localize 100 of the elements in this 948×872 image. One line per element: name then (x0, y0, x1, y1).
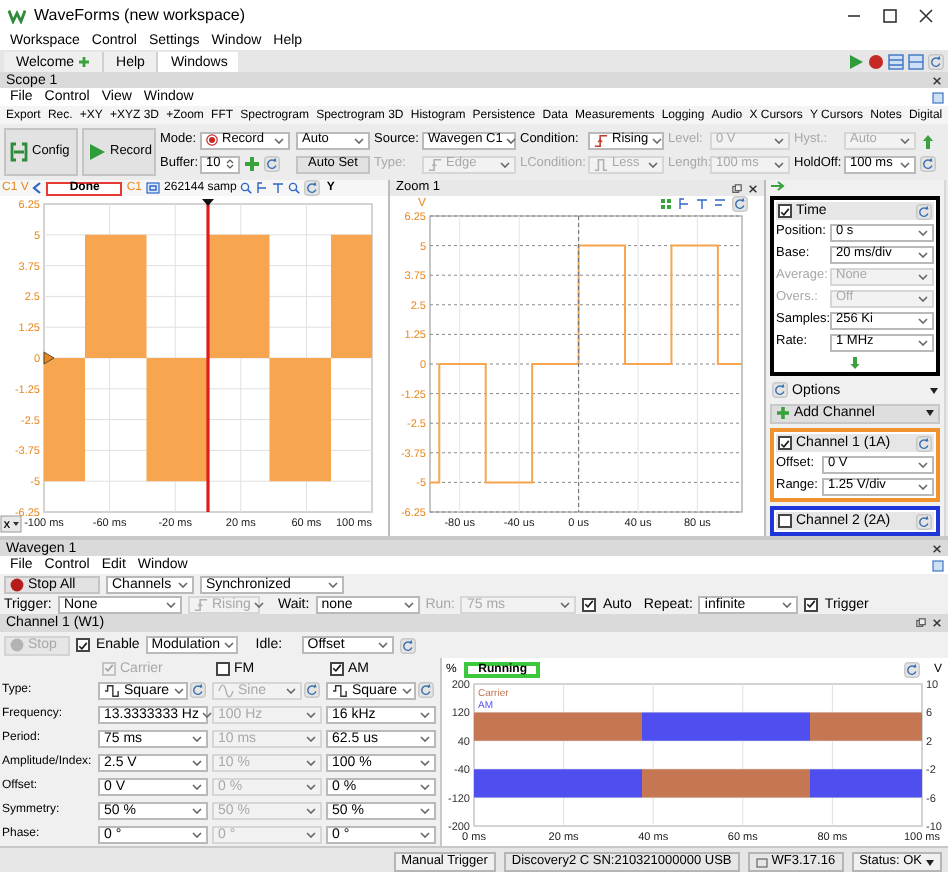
close-icon[interactable] (932, 75, 942, 85)
refresh-icon[interactable] (903, 661, 920, 677)
chevron-down-icon (401, 687, 412, 693)
chevron-down-icon (306, 831, 316, 837)
grid-icon[interactable] (660, 198, 672, 210)
dropdown-triangle-icon (926, 410, 934, 417)
dropdown-triangle-icon (926, 859, 934, 865)
chevron-down-icon (306, 783, 316, 789)
refresh-icon[interactable] (304, 180, 321, 196)
stop-icon (10, 638, 24, 652)
chevron-down-icon (274, 137, 284, 143)
chevron-down-icon (918, 273, 928, 280)
chevron-down-icon (652, 137, 663, 143)
panel-icon[interactable] (932, 91, 944, 103)
chevron-down-icon (328, 581, 338, 587)
checkbox[interactable] (778, 204, 792, 219)
pop-out-icon[interactable] (916, 618, 926, 628)
checkbox[interactable] (778, 436, 792, 451)
chevron-down-icon (224, 642, 235, 648)
refresh-icon[interactable] (916, 203, 932, 220)
cursor-icon[interactable] (272, 182, 285, 194)
chevron-down-icon (420, 759, 430, 765)
checkbox[interactable] (76, 638, 90, 652)
chevron-down-icon (918, 251, 928, 258)
checkbox[interactable] (216, 661, 230, 675)
chevron-down-icon (420, 831, 430, 837)
dropdown-triangle-icon (930, 387, 938, 394)
refresh-icon[interactable] (264, 156, 280, 172)
rising-edge-icon (594, 133, 608, 147)
chevron-down-icon (900, 137, 910, 143)
refresh-icon[interactable] (399, 637, 416, 653)
arrow-down-icon (850, 355, 860, 370)
chevron-down-icon (354, 137, 364, 143)
chip-icon (755, 857, 768, 867)
chevron-down-icon (782, 601, 793, 607)
chevron-down-icon (306, 807, 316, 813)
refresh-icon[interactable] (304, 682, 320, 698)
layout-icon[interactable] (888, 54, 904, 70)
refresh-icon[interactable] (916, 513, 932, 530)
refresh-icon[interactable] (732, 196, 748, 212)
chevron-down-icon (192, 735, 202, 741)
close-icon[interactable] (748, 183, 758, 193)
chevron-down-icon (254, 601, 265, 607)
checkbox[interactable] (330, 661, 344, 675)
checkbox[interactable] (582, 597, 597, 611)
panel-icon[interactable] (932, 559, 944, 571)
square-wave-icon (104, 683, 120, 697)
chevron-down-icon (377, 642, 388, 648)
plus-icon (776, 406, 790, 421)
chevron-down-icon (166, 601, 176, 607)
checkbox[interactable] (804, 597, 819, 611)
pulse-icon (594, 157, 608, 171)
chevron-down-icon (918, 229, 928, 236)
refresh-icon[interactable] (920, 155, 936, 171)
search-icon[interactable] (288, 182, 301, 194)
chevron-down-icon (500, 161, 510, 167)
cursor-icon[interactable] (256, 182, 269, 194)
trigger-level-marker[interactable] (43, 351, 55, 365)
chevron-down-icon (918, 461, 928, 468)
cursor-icon[interactable] (696, 198, 708, 210)
refresh-icon[interactable] (772, 382, 788, 399)
refresh-icon[interactable] (190, 682, 206, 698)
plus-icon (78, 56, 91, 68)
chevron-down-icon (420, 711, 430, 717)
chevron-down-icon (774, 161, 784, 167)
chevron-down-icon (420, 735, 430, 741)
app-logo-icon (8, 8, 26, 24)
chevron-down-icon (918, 317, 928, 324)
rising-edge-icon (428, 157, 442, 171)
arrow-left-icon[interactable] (32, 182, 43, 194)
spin-arrows-icon (226, 158, 234, 170)
play-icon (88, 142, 106, 162)
chevron-down-icon (286, 687, 296, 693)
pop-out-icon[interactable] (732, 183, 742, 193)
cursor-icon[interactable] (714, 198, 726, 210)
window-title: WaveForms (new workspace) (34, 8, 246, 24)
refresh-icon[interactable] (418, 682, 434, 698)
refresh-icon[interactable] (928, 54, 944, 70)
square-wave-icon (332, 683, 348, 697)
chevron-down-icon (306, 759, 316, 765)
cursor-icon[interactable] (678, 198, 690, 210)
search-icon[interactable] (240, 182, 253, 194)
plus-icon[interactable] (244, 156, 260, 172)
chevron-down-icon (420, 807, 430, 813)
refresh-icon[interactable] (916, 435, 932, 452)
layout-icon[interactable] (908, 54, 924, 70)
chevron-down-icon (306, 735, 316, 741)
chevron-down-icon (178, 581, 188, 587)
chevron-down-icon (774, 137, 784, 143)
bracket-icon (10, 142, 28, 162)
record-icon[interactable] (868, 54, 884, 70)
close-icon[interactable] (932, 618, 942, 628)
arrow-right-icon[interactable] (770, 180, 786, 193)
checkbox[interactable] (778, 514, 792, 529)
chevron-down-icon (173, 687, 184, 693)
chevron-down-icon (918, 295, 928, 302)
chevron-down-icon (306, 711, 316, 717)
stop-icon (10, 577, 24, 591)
chevron-down-icon (900, 161, 910, 167)
close-icon[interactable] (932, 543, 942, 553)
